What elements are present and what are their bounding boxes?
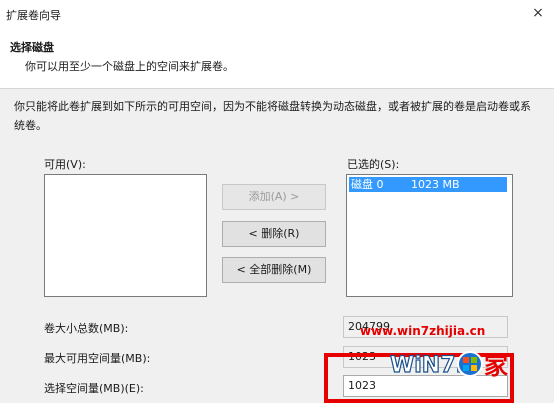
watermark-logo-text: WiN7. (390, 353, 464, 378)
window-title: 扩展卷向导 (6, 9, 61, 22)
windows-logo-icon (457, 351, 483, 377)
extend-volume-wizard-window: 扩展卷向导 × 选择磁盘 你可以用至少一个磁盘上的空间来扩展卷。 你只能将此卷扩… (0, 0, 554, 403)
disk-size: 1023 MB (411, 178, 460, 191)
close-button[interactable]: × (528, 4, 548, 22)
disk-name: 磁盘 0 (351, 178, 384, 191)
select-space-label: 选择空间量(MB)(E): (44, 382, 144, 395)
available-disks-list[interactable] (44, 174, 207, 297)
watermark-url: www.win7zhijia.cn (360, 324, 486, 338)
watermark-logo: WiN7. 家 (389, 351, 508, 380)
selected-disks-list[interactable]: 磁盘 0 1023 MB (346, 174, 513, 297)
watermark-logo-char: 家 (484, 352, 508, 380)
page-title: 选择磁盘 (10, 41, 54, 54)
description-text: 你只能将此卷扩展到如下所示的可用空间，因为不能将磁盘转换为动态磁盘，或者被扩展的… (14, 100, 531, 132)
list-item[interactable]: 磁盘 0 1023 MB (349, 177, 507, 192)
remove-all-button[interactable]: < 全部删除(M) (222, 257, 326, 283)
remove-button[interactable]: < 删除(R) (222, 221, 326, 247)
wizard-header: 选择磁盘 你可以用至少一个磁盘上的空间来扩展卷。 (0, 28, 554, 89)
available-label: 可用(V): (44, 158, 86, 171)
total-size-label: 卷大小总数(MB): (44, 322, 129, 335)
max-space-label: 最大可用空间量(MB): (44, 352, 151, 365)
add-button[interactable]: 添加(A) > (222, 184, 326, 210)
title-bar: 扩展卷向导 × (0, 0, 554, 28)
selected-label: 已选的(S): (347, 158, 400, 171)
page-subtitle: 你可以用至少一个磁盘上的空间来扩展卷。 (25, 60, 234, 73)
